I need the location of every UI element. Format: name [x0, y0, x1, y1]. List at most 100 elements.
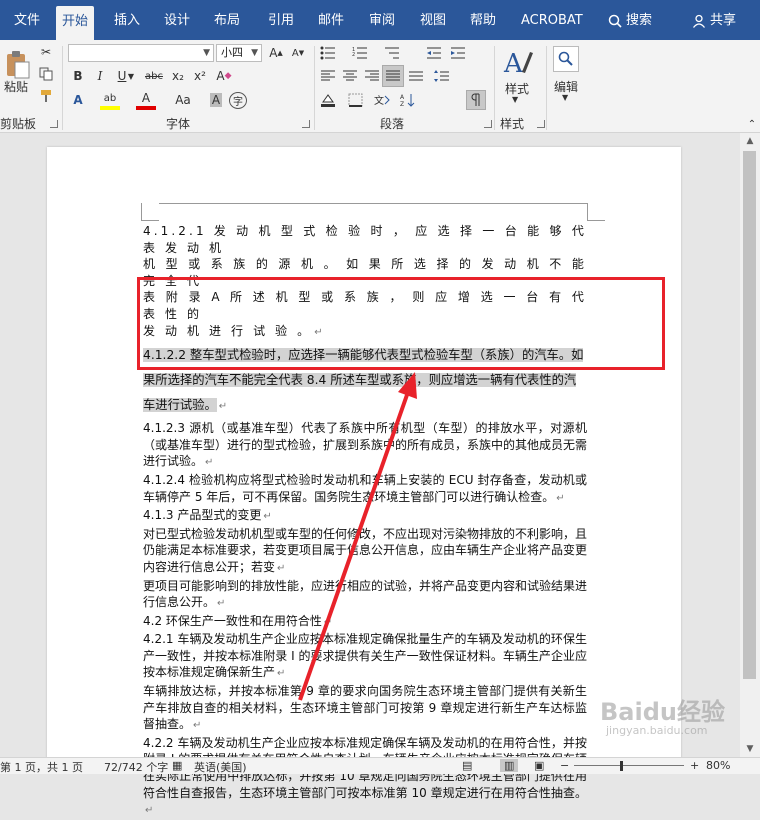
strikethrough-button[interactable]: abc: [144, 66, 164, 86]
paragraph-4-1-2-3[interactable]: 4.1.2.3 源机（或基准车型）代表了系族中所有机型（车型）的排放水平，对源机…: [143, 420, 587, 472]
collapse-ribbon-icon[interactable]: ⌃: [742, 114, 760, 134]
scroll-thumb[interactable]: [743, 151, 756, 679]
format-painter-icon[interactable]: [36, 86, 56, 106]
document-area: 4.1.2.1 发 动 机 型 式 检 验 时 ， 应 选 择 一 台 能 够 …: [0, 133, 740, 816]
decrease-indent-icon[interactable]: [424, 43, 444, 63]
search-label: 搜索: [626, 13, 653, 28]
clipboard-launcher-icon[interactable]: [50, 120, 58, 128]
align-left-icon[interactable]: [318, 66, 338, 86]
font-color-icon[interactable]: A: [136, 90, 156, 110]
styles-launcher-icon[interactable]: [537, 120, 545, 128]
search-tab[interactable]: 搜索: [602, 8, 658, 34]
paragraph-4-1-2-4[interactable]: 4.1.2.4 检验机构应将型式检验时发动机和车辆上安装的 ECU 封存备查，发…: [143, 472, 587, 507]
paste-label[interactable]: 粘贴: [4, 78, 28, 95]
scroll-up-icon[interactable]: ▲: [740, 133, 760, 149]
sort-icon[interactable]: AZ: [398, 90, 418, 110]
copy-icon[interactable]: [36, 64, 56, 84]
line-spacing-icon[interactable]: [432, 66, 452, 86]
vertical-scrollbar[interactable]: ▲ ▼: [740, 133, 760, 757]
watermark-logo: Baidu经验: [600, 698, 725, 726]
justify-icon[interactable]: [382, 65, 404, 87]
clipboard-group-label: 剪贴板: [0, 117, 37, 131]
font-group-label: 字体: [166, 117, 191, 131]
tab-0[interactable]: 文件: [8, 8, 46, 34]
paragraph-4-2-1[interactable]: 4.2.1 车辆及发动机生产企业应按本标准规定确保批量生产的车辆及发动机的环保生…: [143, 631, 587, 683]
tab-7[interactable]: 审阅: [363, 8, 401, 34]
borders-icon[interactable]: [346, 90, 366, 110]
char-shading-icon[interactable]: A: [206, 90, 226, 110]
underline-dropdown-icon[interactable]: ▼: [126, 66, 136, 86]
cut-icon[interactable]: ✂: [36, 42, 56, 62]
text-line: 4.1.2.1 发 动 机 型 式 检 验 时 ， 应 选 择 一 台 能 够 …: [143, 224, 587, 255]
bold-button[interactable]: B: [68, 66, 88, 86]
status-bar: 第 1 页，共 1 页 72/742 个字 ▦ 英语(美国) ▤ ▥ ▣ − +…: [0, 757, 760, 774]
styles-icon[interactable]: A: [500, 44, 536, 80]
zoom-level[interactable]: 80%: [706, 759, 730, 772]
zoom-out-icon[interactable]: −: [560, 759, 569, 772]
proofing-icon[interactable]: ▦: [172, 759, 182, 772]
italic-button[interactable]: I: [90, 66, 110, 86]
styles-dropdown-icon[interactable]: ▼: [512, 95, 518, 104]
styles-group-label: 样式: [500, 117, 525, 131]
divider: [494, 46, 495, 130]
distributed-icon[interactable]: [406, 66, 426, 86]
numbering-icon[interactable]: 12: [350, 43, 370, 63]
align-center-icon[interactable]: [340, 66, 360, 86]
tab-3[interactable]: 设计: [158, 8, 196, 34]
highlight-icon[interactable]: ab: [100, 90, 120, 110]
tab-10[interactable]: ACROBAT: [515, 8, 589, 34]
tab-2[interactable]: 插入: [108, 8, 146, 34]
change-case-icon[interactable]: Aa: [170, 90, 196, 110]
margin-marker: [141, 203, 142, 221]
ribbon: 粘贴 ✂ 剪贴板 ▼ 小四 ▼ A ▲ A ▼ B I U ▼ abc x₂ x² A…: [0, 40, 760, 133]
find-icon[interactable]: [553, 46, 579, 72]
zoom-slider[interactable]: [574, 765, 684, 766]
subscript-button[interactable]: x₂: [168, 66, 188, 86]
tab-4[interactable]: 布局: [208, 8, 246, 34]
tab-6[interactable]: 邮件: [312, 8, 350, 34]
paragraph-4-2-2[interactable]: 4.2.2 车辆及发动机生产企业应按本标准规定确保车辆及发动机的在用符合性，并按…: [143, 735, 587, 820]
heading-4-2[interactable]: 4.2 环保生产一致性和在用符合性 ↵: [143, 613, 587, 632]
text-line: 车进行试验。 ↵: [143, 398, 228, 413]
margin-marker: [587, 203, 588, 221]
tab-9[interactable]: 帮助: [464, 8, 502, 34]
tab-1[interactable]: 开始: [56, 6, 95, 40]
divider: [546, 46, 547, 130]
paragraph-change[interactable]: 对已型式检验发动机机型或车型的任何修改，不应出现对污染物排放的不利影响，且仍能满…: [143, 526, 587, 578]
font-size-combo[interactable]: 小四 ▼: [216, 44, 262, 62]
chinese-layout-icon[interactable]: 文: [372, 90, 392, 110]
read-mode-icon[interactable]: ▤: [462, 759, 472, 772]
show-marks-icon[interactable]: [466, 90, 486, 110]
paragraph-launcher-icon[interactable]: [484, 120, 492, 128]
print-layout-icon[interactable]: ▥: [500, 759, 519, 772]
enclose-char-icon[interactable]: 字: [228, 90, 248, 110]
font-name-combo[interactable]: ▼: [68, 44, 214, 62]
shrink-font-icon[interactable]: A ▼: [288, 43, 308, 63]
font-launcher-icon[interactable]: [302, 120, 310, 128]
edit-dropdown-icon[interactable]: ▼: [562, 93, 568, 102]
svg-text:A: A: [503, 49, 524, 78]
scroll-down-icon[interactable]: ▼: [740, 741, 760, 757]
share-button[interactable]: 共享: [686, 8, 742, 34]
tab-5[interactable]: 引用: [262, 8, 300, 34]
grow-font-icon[interactable]: A ▲: [266, 43, 286, 63]
tab-8[interactable]: 视图: [414, 8, 452, 34]
zoom-slider-thumb[interactable]: [620, 761, 623, 771]
search-icon: [608, 14, 622, 28]
paste-icon[interactable]: [2, 48, 32, 82]
multilevel-list-icon[interactable]: [382, 43, 402, 63]
paragraph-4-2-1-cont[interactable]: 车辆排放达标，并按本标准第 9 章的要求向国务院生态环境主管部门提供有关新生产车…: [143, 683, 587, 735]
zoom-in-icon[interactable]: +: [690, 759, 699, 772]
bullets-icon[interactable]: [318, 43, 338, 63]
align-right-icon[interactable]: [362, 66, 382, 86]
web-layout-icon[interactable]: ▣: [534, 759, 544, 772]
text-effects-icon[interactable]: A: [68, 90, 88, 110]
text-line: 果所选择的汽车不能完全代表 8.4 所述车型或系族，则应增选一辆有代表性的汽: [143, 373, 577, 388]
increase-indent-icon[interactable]: [448, 43, 468, 63]
superscript-button[interactable]: x²: [190, 66, 210, 86]
header-line: [159, 203, 587, 204]
shading-icon[interactable]: [318, 90, 338, 110]
heading-4-1-3[interactable]: 4.1.3 产品型式的变更 ↵: [143, 507, 587, 526]
clear-format-icon[interactable]: A ◆: [214, 66, 234, 86]
paragraph-change-cont[interactable]: 更项目可能影响到的排放性能，应进行相应的试验，并将产品变更内容和试验结果进行信息…: [143, 578, 587, 613]
